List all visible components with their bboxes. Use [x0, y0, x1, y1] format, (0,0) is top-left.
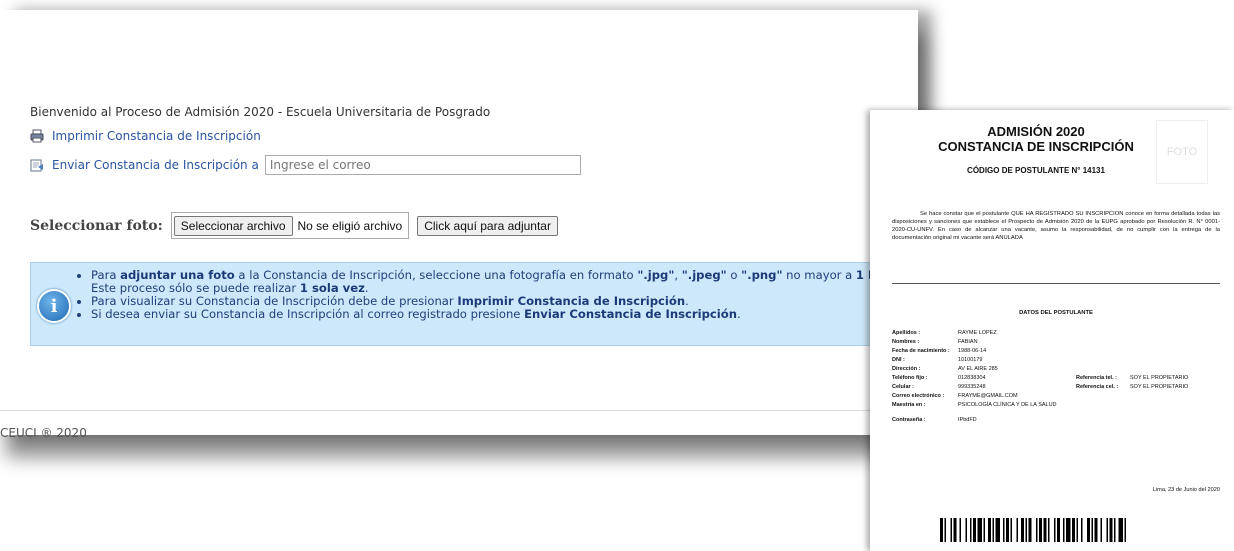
info-box: i Para adjuntar una foto a la Constancia… — [30, 262, 918, 346]
doc-title: ADMISIÓN 2020 — [987, 124, 1085, 139]
info-text: o — [726, 268, 742, 282]
field-value: SOY EL PROPIETARIO — [1130, 374, 1189, 381]
field-label: Celular : — [892, 383, 915, 390]
info-text: . — [364, 281, 369, 295]
field-label: Teléfono fijo : — [892, 374, 928, 381]
info-bold: ".jpeg" — [681, 268, 727, 282]
info-bold: ".jpg" — [637, 268, 675, 282]
data-row: Maestría en : PSICOLOGÍA CLÍNICA Y DE LA … — [892, 400, 1188, 409]
field-label: Contraseña : — [892, 416, 926, 423]
field-value: 1988-06-14 — [958, 347, 987, 354]
admission-window: Bienvenido al Proceso de Admisión 2020 -… — [0, 10, 918, 440]
applicant-data-table: Apellidos : RAYME LOPEZ Nombres : FABIAN F… — [892, 328, 1188, 424]
data-row: Dirección : AV EL AIRE 285 — [892, 364, 1188, 373]
info-text: Si desea enviar su Constancia de Inscrip… — [91, 307, 525, 321]
field-label: Nombres : — [892, 338, 920, 345]
field-value: 10100179 — [958, 356, 983, 363]
field-value: RAYME LOPEZ — [958, 329, 997, 336]
barcode — [940, 518, 1126, 542]
doc-divider — [892, 283, 1220, 284]
field-label: Referencia tel. : — [1076, 374, 1117, 381]
applicant-code: CÓDIGO DE POSTULANTE N° 14131 — [967, 166, 1105, 175]
info-bold: Enviar Constancia de Inscripción — [524, 307, 737, 321]
field-label: Maestría en : — [892, 401, 926, 408]
info-list: Para adjuntar una foto a la Constancia d… — [77, 269, 892, 321]
field-label: DNI : — [892, 356, 905, 363]
field-label: Apellidos : — [892, 329, 921, 336]
registration-certificate-document: ADMISIÓN 2020 CONSTANCIA DE INSCRIPCIÓN … — [870, 110, 1234, 551]
info-text: . — [685, 294, 689, 308]
section-title: DATOS DEL POSTULANTE — [1019, 310, 1093, 316]
photo-label: Seleccionar foto: — [30, 217, 163, 234]
field-value: 012838304 — [958, 374, 986, 381]
info-text: Este proceso sólo se puede realizar — [91, 281, 300, 295]
field-value: IPbdFD — [958, 416, 977, 423]
info-bold: Imprimir Constancia de Inscripción — [457, 294, 686, 308]
field-value: AV EL AIRE 285 — [958, 365, 998, 372]
data-row: Apellidos : RAYME LOPEZ — [892, 328, 1188, 337]
send-link[interactable]: Enviar Constancia de Inscripción a — [52, 158, 259, 172]
photo-row: Seleccionar foto: Seleccionar archivo No… — [30, 212, 558, 239]
info-text: a la Constancia de Inscripción, seleccio… — [234, 268, 638, 282]
data-row: Correo electrónico : FRAYME@GMAIL.COM — [892, 391, 1188, 400]
welcome-text: Bienvenido al Proceso de Admisión 2020 -… — [30, 105, 491, 119]
info-text: Para visualizar su Constancia de Inscrip… — [91, 294, 458, 308]
data-row: Celular : 999335248 Referencia cel. : SOY E… — [892, 382, 1188, 391]
footer-divider — [0, 410, 918, 411]
data-row: Contraseña : IPbdFD — [892, 415, 1188, 424]
data-row: Fecha de nacimiento : 1988-06-14 — [892, 346, 1188, 355]
info-text: Para — [91, 268, 121, 282]
field-value: FRAYME@GMAIL.COM — [958, 392, 1018, 399]
send-document-icon[interactable] — [30, 158, 44, 172]
print-link[interactable]: Imprimir Constancia de Inscripción — [52, 129, 261, 143]
no-file-text: No se eligió archivo — [297, 218, 403, 233]
info-bold: 1 sola vez — [299, 281, 365, 295]
printer-icon[interactable] — [30, 129, 44, 143]
data-row: Teléfono fijo : 012838304 Referencia tel. … — [892, 373, 1188, 382]
data-row: Nombres : FABIAN — [892, 337, 1188, 346]
info-bold: ".png" — [741, 268, 783, 282]
field-value: SOY EL PROPIETARIO — [1130, 383, 1189, 390]
issue-date: Lima, 23 de Junio del 2020 — [1152, 487, 1220, 493]
email-input[interactable] — [264, 155, 581, 175]
field-label: Referencia cel. : — [1076, 383, 1119, 390]
print-row[interactable]: Imprimir Constancia de Inscripción — [30, 129, 261, 143]
info-text: , — [674, 268, 682, 282]
choose-file-button[interactable]: Seleccionar archivo — [173, 215, 293, 236]
field-label: Correo electrónico : — [892, 392, 945, 399]
send-row: Enviar Constancia de Inscripción a — [30, 155, 581, 175]
doc-subtitle: CONSTANCIA DE INSCRIPCIÓN — [938, 139, 1134, 154]
doc-paragraph: Se hace constar que el postulante QUE HA… — [892, 211, 1220, 241]
photo-placeholder: FOTO — [1156, 120, 1208, 184]
file-input[interactable]: Seleccionar archivo No se eligió archivo — [170, 212, 410, 239]
info-text: no mayor a — [782, 268, 856, 282]
field-value: FABIAN — [958, 338, 978, 345]
info-item-photo: Para adjuntar una foto a la Constancia d… — [91, 269, 892, 295]
info-text: . — [736, 307, 741, 321]
attach-photo-button[interactable]: Click aquí para adjuntar — [417, 215, 558, 236]
data-row: DNI : 10100179 — [892, 355, 1188, 364]
info-icon: i — [37, 289, 71, 323]
footer-copyright: CEUCI ® 2020 — [0, 426, 87, 440]
field-value: 999335248 — [958, 383, 986, 390]
field-label: Dirección : — [892, 365, 921, 372]
info-item-send: Si desea enviar su Constancia de Inscrip… — [91, 308, 892, 321]
field-label: Fecha de nacimiento : — [892, 347, 950, 354]
info-bold: adjuntar una foto — [120, 268, 235, 282]
field-value: PSICOLOGÍA CLÍNICA Y DE LA SALUD — [958, 401, 1057, 408]
